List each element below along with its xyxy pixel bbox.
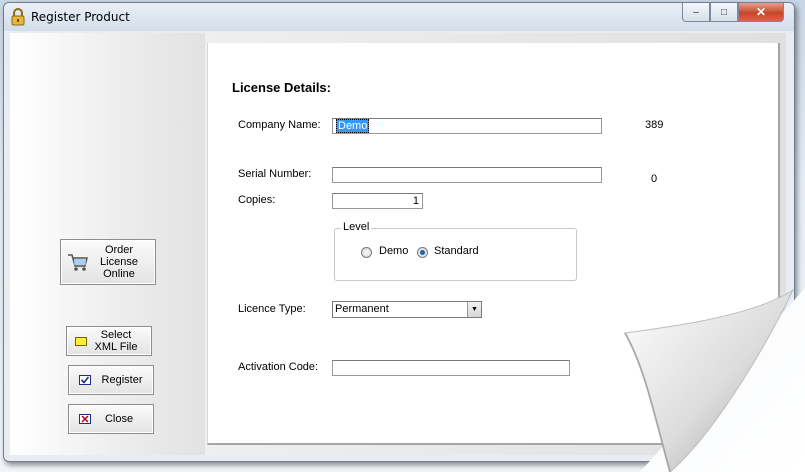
activation-code-label: Activation Code: <box>238 361 319 373</box>
serial-number-count: 0 <box>651 173 658 185</box>
minimize-button[interactable]: – <box>682 3 710 22</box>
company-name-field[interactable]: Demo <box>332 118 602 134</box>
level-legend: Level <box>341 221 372 233</box>
close-window-button[interactable]: ✕ <box>738 3 784 22</box>
select-xml-file-button[interactable]: Select XML File <box>66 326 152 356</box>
order-license-online-button[interactable]: Order License Online <box>60 239 156 285</box>
copies-label: Copies: <box>238 194 276 206</box>
close-icon <box>79 414 91 424</box>
company-name-value: Demo <box>336 119 370 133</box>
title-bar[interactable]: Register Product – □ ✕ <box>4 3 794 31</box>
chevron-down-icon[interactable]: ▼ <box>467 302 481 317</box>
copies-field[interactable]: 1 <box>332 193 423 209</box>
company-name-count: 389 <box>645 119 664 131</box>
register-label: Register <box>101 374 143 386</box>
close-label: Close <box>104 413 134 425</box>
checkbox-icon <box>79 375 91 385</box>
maximize-button[interactable]: □ <box>710 3 738 22</box>
level-standard-label[interactable]: Standard <box>434 245 479 257</box>
folder-icon <box>75 337 87 346</box>
window-title: Register Product <box>31 10 130 24</box>
order-license-online-label: Order License Online <box>100 244 138 280</box>
level-standard-radio[interactable] <box>417 247 428 258</box>
window-controls: – □ ✕ <box>682 3 784 23</box>
page-curl-decoration <box>624 288 805 472</box>
licence-type-label: Licence Type: <box>238 303 306 315</box>
serial-number-field[interactable] <box>332 167 602 183</box>
licence-type-dropdown[interactable]: Permanent ▼ <box>332 301 482 318</box>
level-demo-label[interactable]: Demo <box>379 245 408 257</box>
lock-icon <box>11 8 25 26</box>
license-details-heading: License Details: <box>232 80 331 95</box>
register-button[interactable]: Register <box>68 365 154 395</box>
serial-number-label: Serial Number: <box>238 168 312 180</box>
cart-icon <box>68 254 88 271</box>
level-demo-radio[interactable] <box>361 247 372 258</box>
left-pane: Order License Online Select XML File Reg… <box>10 33 205 455</box>
company-name-label: Company Name: <box>238 119 321 131</box>
close-button[interactable]: Close <box>68 404 154 434</box>
level-groupbox: Level Demo Standard <box>334 221 577 281</box>
select-xml-file-label: Select XML File <box>94 329 138 353</box>
activation-code-field[interactable] <box>332 360 570 376</box>
licence-type-value: Permanent <box>335 303 389 315</box>
